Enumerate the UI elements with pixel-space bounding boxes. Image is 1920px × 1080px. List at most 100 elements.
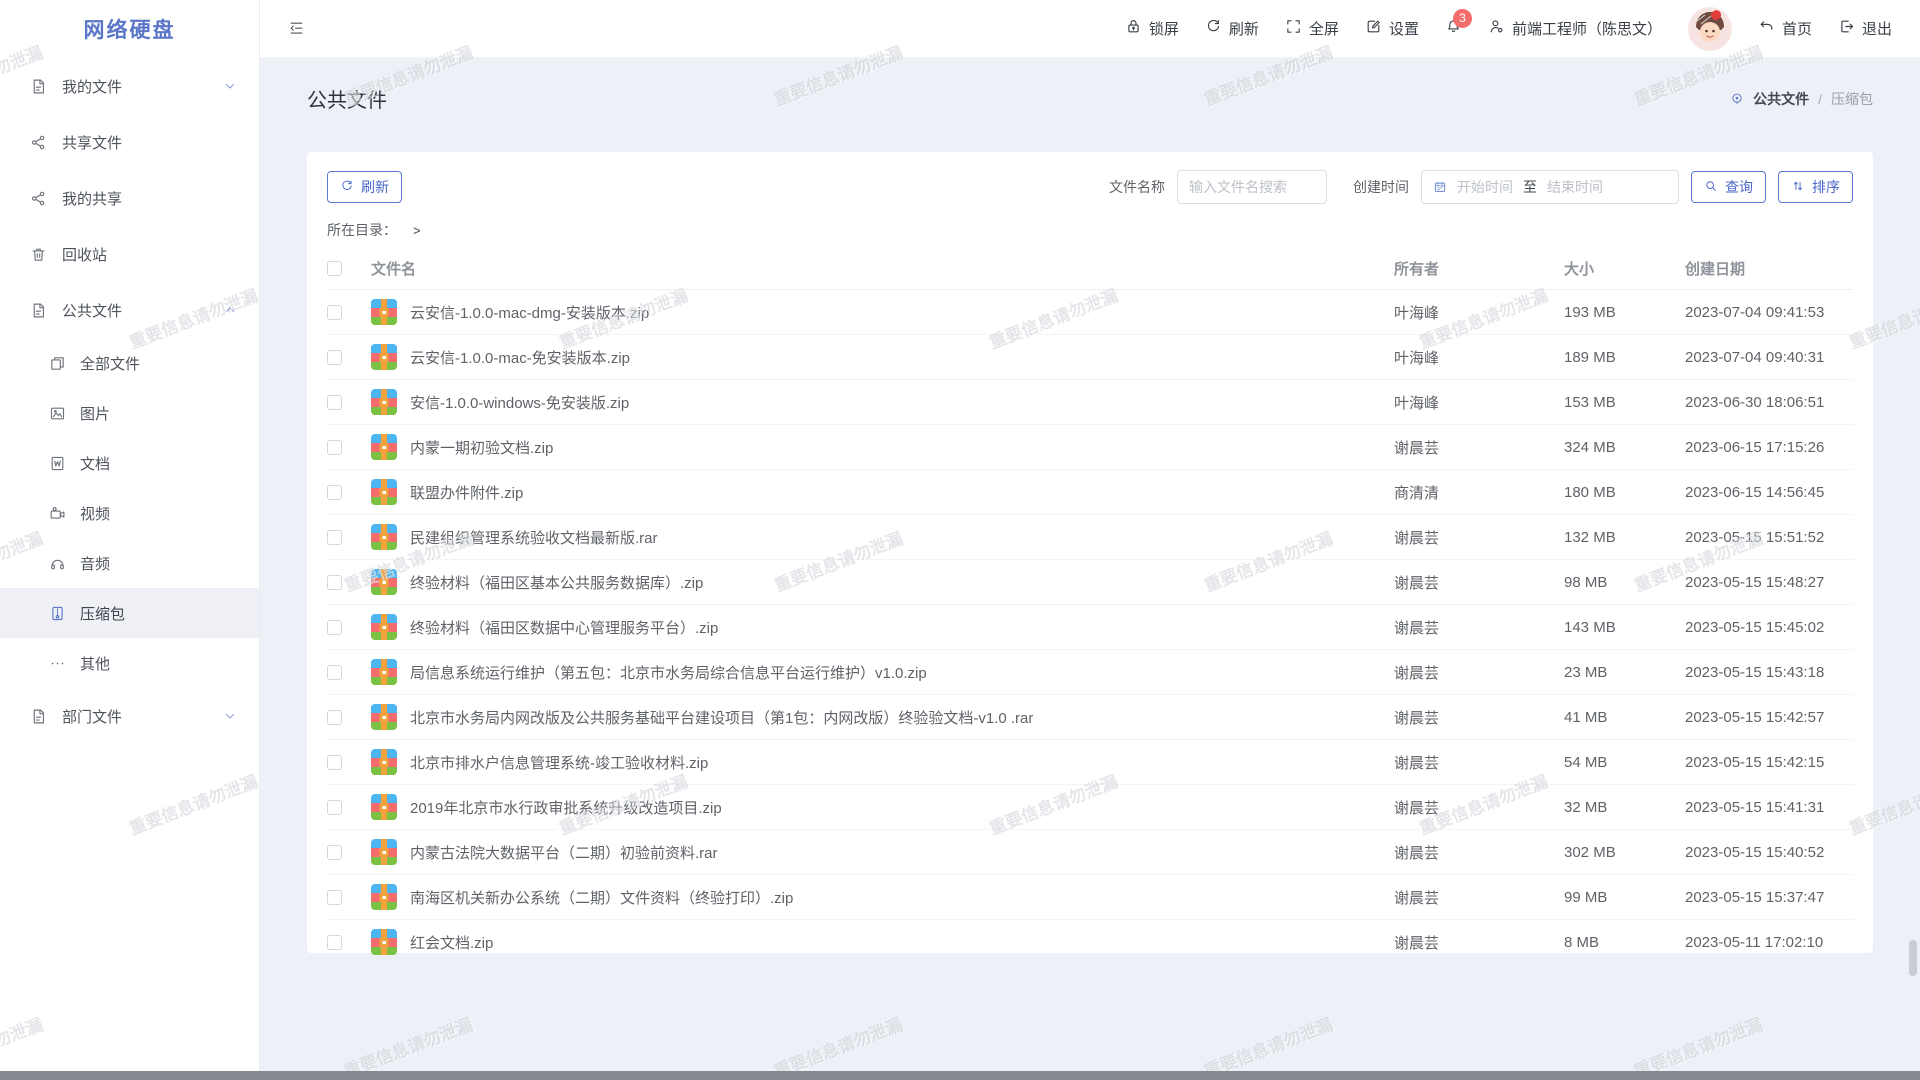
table-row[interactable]: 云安信-1.0.0-mac-dmg-安装版本.zip 叶海峰 193 MB 20… (327, 290, 1853, 335)
select-all-checkbox[interactable] (327, 261, 342, 276)
home-button[interactable]: 首页 (1758, 18, 1812, 39)
table-row[interactable]: 2019年北京市水行政审批系统升级改造项目.zip 谢晨芸 32 MB 2023… (327, 785, 1853, 830)
query-button[interactable]: 查询 (1691, 171, 1766, 203)
table-row[interactable]: 内蒙一期初验文档.zip 谢晨芸 324 MB 2023-06-15 17:15… (327, 425, 1853, 470)
breadcrumb-separator: / (1818, 91, 1822, 107)
breadcrumb-root[interactable]: 公共文件 (1753, 89, 1809, 109)
chevron-up-icon (223, 303, 237, 317)
sidebar-item-my-shares[interactable]: 我的共享 (0, 170, 259, 226)
sidebar-item-label: 视频 (80, 503, 110, 524)
filename-search-input[interactable] (1177, 170, 1327, 204)
table-row[interactable]: 联盟办件附件.zip 商清清 180 MB 2023-06-15 14:56:4… (327, 470, 1853, 515)
ellipsis-icon (49, 655, 66, 672)
file-name[interactable]: 南海区机关新办公系统（二期）文件资料（终验打印）.zip (410, 887, 793, 908)
file-date: 2023-07-04 09:41:53 (1685, 304, 1853, 321)
zip-archive-icon (49, 605, 66, 622)
file-owner: 谢晨芸 (1394, 752, 1564, 773)
row-checkbox[interactable] (327, 665, 342, 680)
file-name[interactable]: 内蒙一期初验文档.zip (410, 437, 553, 458)
fullscreen-button[interactable]: 全屏 (1285, 18, 1339, 39)
row-checkbox[interactable] (327, 620, 342, 635)
sort-arrows-icon (1791, 179, 1805, 196)
file-name[interactable]: 局信息系统运行维护（第五包：北京市水务局综合信息平台运行维护）v1.0.zip (410, 662, 927, 683)
copy-icon (49, 355, 66, 372)
sort-button[interactable]: 排序 (1778, 171, 1853, 203)
sidebar-item-label: 部门文件 (62, 706, 208, 727)
row-checkbox[interactable] (327, 485, 342, 500)
sidebar-item-shared-files[interactable]: 共享文件 (0, 114, 259, 170)
filename-label: 文件名称 (1109, 177, 1165, 197)
file-size: 302 MB (1564, 844, 1685, 861)
sidebar-item-audio[interactable]: 音频 (0, 538, 259, 588)
row-checkbox[interactable] (327, 800, 342, 815)
file-name[interactable]: 终验材料（福田区数据中心管理服务平台）.zip (410, 617, 718, 638)
menu-fold-icon[interactable] (288, 20, 305, 37)
row-checkbox[interactable] (327, 440, 342, 455)
sidebar-item-videos[interactable]: 视频 (0, 488, 259, 538)
row-checkbox[interactable] (327, 575, 342, 590)
table-row[interactable]: 北京市排水户信息管理系统-竣工验收材料.zip 谢晨芸 54 MB 2023-0… (327, 740, 1853, 785)
table-row[interactable]: 内蒙古法院大数据平台（二期）初验前资料.rar 谢晨芸 302 MB 2023-… (327, 830, 1853, 875)
row-checkbox[interactable] (327, 890, 342, 905)
refresh-button[interactable]: 刷新 (1205, 18, 1259, 39)
sidebar-item-label: 我的共享 (62, 188, 237, 209)
start-date-placeholder: 开始时间 (1457, 177, 1513, 197)
date-range-picker[interactable]: 开始时间 至 结束时间 (1421, 170, 1679, 204)
file-size: 98 MB (1564, 574, 1685, 591)
file-name[interactable]: 内蒙古法院大数据平台（二期）初验前资料.rar (410, 842, 718, 863)
file-name[interactable]: 北京市排水户信息管理系统-竣工验收材料.zip (410, 752, 708, 773)
sidebar-item-my-files[interactable]: 我的文件 (0, 58, 259, 114)
row-checkbox[interactable] (327, 845, 342, 860)
row-checkbox[interactable] (327, 755, 342, 770)
zip-file-icon (371, 884, 397, 910)
sidebar-item-recycle-bin[interactable]: 回收站 (0, 226, 259, 282)
file-owner: 谢晨芸 (1394, 662, 1564, 683)
scrollbar-thumb[interactable] (1909, 940, 1917, 976)
file-name[interactable]: 联盟办件附件.zip (410, 482, 523, 503)
table-row[interactable]: 终验材料（福田区数据中心管理服务平台）.zip 谢晨芸 143 MB 2023-… (327, 605, 1853, 650)
list-refresh-button[interactable]: 刷新 (327, 171, 402, 203)
table-row[interactable]: 北京市水务局内网改版及公共服务基础平台建设项目（第1包：内网改版）终验验文档-v… (327, 695, 1853, 740)
file-name[interactable]: 终验材料（福田区基本公共服务数据库）.zip (410, 572, 703, 593)
lock-screen-button[interactable]: 锁屏 (1125, 18, 1179, 39)
table-row[interactable]: 云安信-1.0.0-mac-免安装版本.zip 叶海峰 189 MB 2023-… (327, 335, 1853, 380)
sidebar-item-public-files[interactable]: 公共文件 (0, 282, 259, 338)
table-row[interactable]: 南海区机关新办公系统（二期）文件资料（终验打印）.zip 谢晨芸 99 MB 2… (327, 875, 1853, 920)
file-owner: 叶海峰 (1394, 347, 1564, 368)
row-checkbox[interactable] (327, 935, 342, 950)
file-name[interactable]: 云安信-1.0.0-mac-免安装版本.zip (410, 347, 630, 368)
file-name[interactable]: 云安信-1.0.0-mac-dmg-安装版本.zip (410, 302, 649, 323)
table-row[interactable]: 红会文档.zip 谢晨芸 8 MB 2023-05-11 17:02:10 (327, 920, 1853, 965)
user-menu[interactable]: 前端工程师（陈思文） (1488, 18, 1662, 39)
row-checkbox[interactable] (327, 710, 342, 725)
file-owner: 谢晨芸 (1394, 437, 1564, 458)
table-row[interactable]: 局信息系统运行维护（第五包：北京市水务局综合信息平台运行维护）v1.0.zip … (327, 650, 1853, 695)
file-name[interactable]: 2019年北京市水行政审批系统升级改造项目.zip (410, 797, 722, 818)
file-name[interactable]: 北京市水务局内网改版及公共服务基础平台建设项目（第1包：内网改版）终验验文档-v… (410, 707, 1033, 728)
sidebar-item-dept-files[interactable]: 部门文件 (0, 688, 259, 744)
sidebar-item-images[interactable]: 图片 (0, 388, 259, 438)
row-checkbox[interactable] (327, 305, 342, 320)
notifications-button[interactable]: 3 (1445, 18, 1462, 40)
file-name[interactable]: 民建组织管理系统验收文档最新版.rar (410, 527, 658, 548)
breadcrumb-current: 压缩包 (1831, 89, 1873, 109)
user-avatar[interactable] (1688, 7, 1732, 51)
row-checkbox[interactable] (327, 350, 342, 365)
sidebar-item-archives[interactable]: 压缩包 (0, 588, 259, 638)
table-row[interactable]: 民建组织管理系统验收文档最新版.rar 谢晨芸 132 MB 2023-05-1… (327, 515, 1853, 560)
settings-button[interactable]: 设置 (1365, 18, 1419, 39)
directory-arrow[interactable]: > (413, 223, 421, 238)
file-size: 180 MB (1564, 484, 1685, 501)
sidebar-item-documents[interactable]: 文档 (0, 438, 259, 488)
row-checkbox[interactable] (327, 530, 342, 545)
table-row[interactable]: 终验材料（福田区基本公共服务数据库）.zip 谢晨芸 98 MB 2023-05… (327, 560, 1853, 605)
location-pin-icon (1730, 92, 1744, 106)
file-name[interactable]: 红会文档.zip (410, 932, 493, 953)
sidebar-item-all-files[interactable]: 全部文件 (0, 338, 259, 388)
sidebar-item-other[interactable]: 其他 (0, 638, 259, 688)
row-checkbox[interactable] (327, 395, 342, 410)
table-row[interactable]: 安信-1.0.0-windows-免安装版.zip 叶海峰 153 MB 202… (327, 380, 1853, 425)
file-name[interactable]: 安信-1.0.0-windows-免安装版.zip (410, 392, 629, 413)
logout-button[interactable]: 退出 (1838, 18, 1892, 39)
top-bar: 锁屏 刷新 全屏 设置 3 前端工程师（陈思文） 首页 (260, 0, 1920, 58)
